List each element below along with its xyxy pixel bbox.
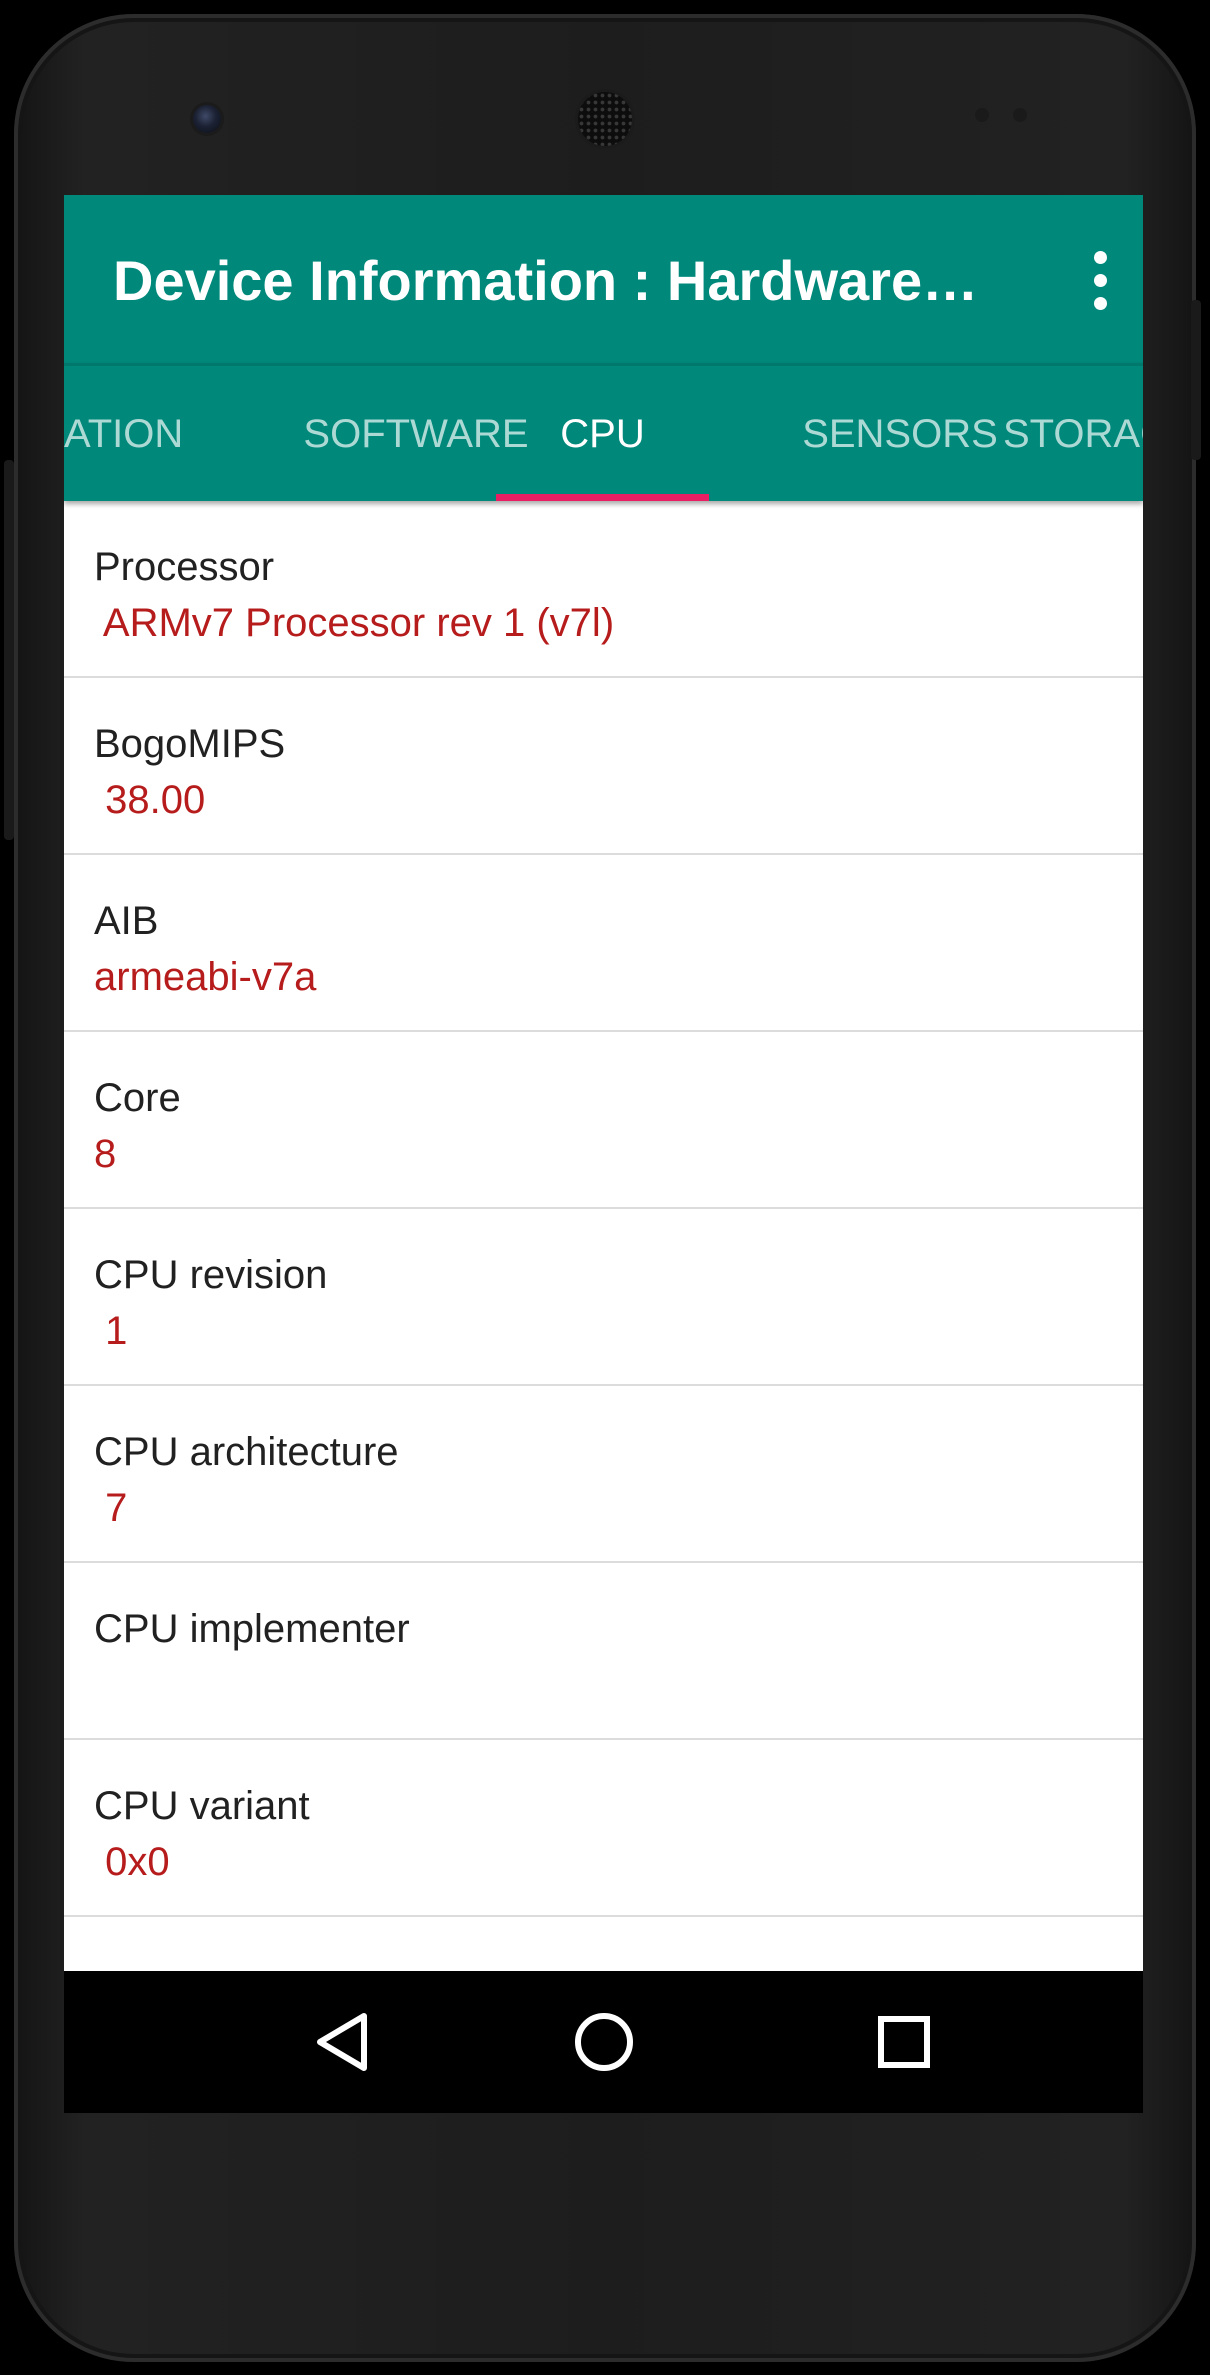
proximity-sensor: [975, 108, 989, 122]
earpiece-speaker: [578, 92, 632, 146]
list-item-value: ARMv7 Processor rev 1 (v7l): [94, 601, 615, 645]
back-triangle-icon[interactable]: [302, 2002, 382, 2082]
tab-indicator: [496, 494, 709, 501]
tab-bar: ATION SOFTWARE CPU SENSORS STORAG: [64, 363, 1143, 501]
list-item-aib[interactable]: AIB armeabi-v7a: [64, 855, 1143, 1032]
list-item-core[interactable]: Core 8: [64, 1032, 1143, 1209]
list-item-label: Core: [94, 1076, 181, 1120]
app-bar: Device Information : Hardware…: [64, 195, 1143, 363]
list-item-value: 1: [94, 1309, 128, 1353]
list-item-processor[interactable]: Processor ARMv7 Processor rev 1 (v7l): [64, 501, 1143, 678]
list-item-cpu-architecture[interactable]: CPU architecture 7: [64, 1386, 1143, 1563]
list-item-label: CPU implementer: [94, 1607, 410, 1651]
list-item-value: 7: [94, 1486, 128, 1530]
power-button: [1191, 300, 1201, 460]
list-item-bogomips[interactable]: BogoMIPS 38.00: [64, 678, 1143, 855]
list-item-value: 38.00: [94, 778, 206, 822]
list-item-label: CPU revision: [94, 1253, 328, 1297]
list-item-label: AIB: [94, 899, 159, 943]
list-item-label: Processor: [94, 545, 275, 589]
tab-information[interactable]: ATION: [64, 363, 183, 501]
recents-square-icon[interactable]: [864, 2002, 944, 2082]
tab-storage[interactable]: STORAG: [1003, 363, 1143, 501]
navigation-bar: [64, 1971, 1143, 2113]
list-item-label: CPU architecture: [94, 1430, 399, 1474]
app-title: Device Information : Hardware…: [113, 249, 979, 312]
volume-button: [4, 460, 14, 840]
tab-sensors[interactable]: SENSORS: [770, 363, 1030, 501]
list-item-value: 0x0: [94, 1840, 170, 1884]
screen: Device Information : Hardware… ATION SOF…: [64, 195, 1143, 2113]
list-item-label: BogoMIPS: [94, 722, 286, 766]
more-vert-icon[interactable]: [1086, 251, 1116, 311]
device-frame: Device Information : Hardware… ATION SOF…: [0, 0, 1210, 2375]
list-item-label: CPU variant: [94, 1784, 310, 1828]
list-item-value: 8: [94, 1132, 117, 1176]
tab-cpu[interactable]: CPU: [496, 363, 709, 501]
list-item-cpu-revision[interactable]: CPU revision 1: [64, 1209, 1143, 1386]
home-circle-icon[interactable]: [564, 2002, 644, 2082]
front-camera: [193, 105, 221, 133]
light-sensor: [1013, 108, 1027, 122]
list-item-cpu-implementer[interactable]: CPU implementer: [64, 1563, 1143, 1740]
list-item-cpu-variant[interactable]: CPU variant 0x0: [64, 1740, 1143, 1917]
cpu-info-list: Processor ARMv7 Processor rev 1 (v7l) Bo…: [64, 501, 1143, 1917]
list-item-value: armeabi-v7a: [94, 955, 317, 999]
